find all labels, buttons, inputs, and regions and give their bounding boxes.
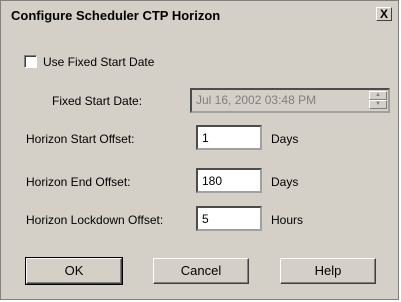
fixed-start-label: Fixed Start Date: — [52, 94, 143, 108]
horizon-lockdown-unit: Hours — [271, 213, 304, 227]
use-fixed-start-checkbox[interactable] — [24, 55, 37, 68]
window-title: Configure Scheduler CTP Horizon — [11, 8, 221, 23]
horizon-lockdown-input[interactable] — [196, 206, 262, 231]
horizon-end-unit: Days — [271, 175, 299, 189]
help-button[interactable]: Help — [280, 258, 376, 284]
dialog-window: Configure Scheduler CTP Horizon X Use Fi… — [0, 0, 399, 300]
cancel-button[interactable]: Cancel — [153, 258, 249, 284]
horizon-end-input[interactable] — [196, 168, 262, 193]
ok-button[interactable]: OK — [25, 257, 123, 285]
horizon-start-label: Horizon Start Offset: — [26, 132, 135, 146]
horizon-lockdown-label: Horizon Lockdown Offset: — [26, 213, 164, 227]
horizon-start-unit: Days — [271, 132, 299, 146]
spin-down-icon[interactable]: ▼ — [369, 100, 387, 109]
title-bar[interactable]: Configure Scheduler CTP Horizon X — [3, 3, 396, 27]
fixed-start-date-value: Jul 16, 2002 03:48 PM — [196, 93, 317, 107]
horizon-start-input[interactable] — [196, 125, 262, 150]
spin-up-icon[interactable]: ▲ — [369, 91, 387, 100]
close-button[interactable]: X — [376, 7, 392, 21]
fixed-start-date-picker[interactable]: Jul 16, 2002 03:48 PM ▲ ▼ — [190, 88, 390, 113]
use-fixed-start-label[interactable]: Use Fixed Start Date — [43, 55, 154, 69]
horizon-end-label: Horizon End Offset: — [26, 175, 131, 189]
date-spin-control[interactable]: ▲ ▼ — [369, 91, 387, 110]
